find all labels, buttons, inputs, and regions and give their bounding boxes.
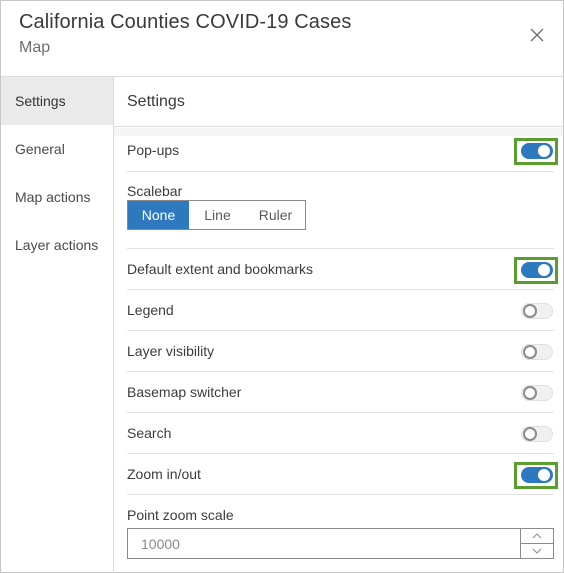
scalebar-segmented-control: None Line Ruler (127, 200, 306, 230)
legend-label: Legend (127, 302, 174, 318)
toggle-knob (538, 469, 550, 481)
close-button[interactable] (527, 25, 547, 45)
panel-subtitle: Map (19, 39, 51, 56)
increment-button[interactable] (521, 529, 553, 544)
chevron-down-icon (532, 548, 542, 554)
settings-content: Settings Pop-ups Scalebar None Line Rule… (114, 77, 563, 573)
setting-row-default-extent-and-bookmarks: Default extent and bookmarks (127, 249, 558, 290)
toggle-knob (523, 345, 537, 359)
toggle-knob (538, 145, 550, 157)
panel-header: California Counties COVID-19 Cases Map (1, 1, 563, 77)
sidebar-item-settings[interactable]: Settings (1, 77, 113, 125)
toggle-knob (523, 427, 537, 441)
content-title: Settings (114, 77, 563, 127)
default-extent-and-bookmarks-label: Default extent and bookmarks (127, 261, 313, 277)
layer-visibility-label: Layer visibility (127, 343, 215, 359)
panel-title: California Counties COVID-19 Cases (19, 11, 352, 33)
close-icon (530, 28, 544, 42)
setting-row-layer-visibility: Layer visibility (127, 331, 554, 372)
scalebar-option-none[interactable]: None (128, 201, 189, 229)
chevron-up-icon (532, 533, 542, 539)
popups-label: Pop-ups (127, 142, 180, 158)
popups-toggle[interactable] (521, 143, 553, 159)
sidebar-item-general[interactable]: General (1, 125, 113, 173)
sidebar-nav: Settings General Map actions Layer actio… (1, 77, 114, 573)
basemap-switcher-toggle[interactable] (521, 385, 553, 401)
setting-row-scalebar: Scalebar None Line Ruler (127, 172, 554, 249)
toggle-knob (523, 386, 537, 400)
layer-visibility-toggle[interactable] (521, 344, 553, 360)
scalebar-option-ruler[interactable]: Ruler (246, 201, 305, 229)
zoom-in-out-toggle[interactable] (521, 467, 553, 483)
point-zoom-scale-input[interactable] (128, 529, 521, 558)
setting-row-basemap-switcher: Basemap switcher (127, 372, 554, 413)
toggle-knob (538, 264, 550, 276)
setting-row-legend: Legend (127, 290, 554, 331)
setting-row-point-zoom-scale: Point zoom scale (127, 495, 554, 573)
sidebar-item-layer-actions[interactable]: Layer actions (1, 221, 113, 269)
point-zoom-scale-label: Point zoom scale (127, 507, 234, 523)
sidebar-item-map-actions[interactable]: Map actions (1, 173, 113, 221)
scalebar-label: Scalebar (127, 183, 183, 199)
default-extent-and-bookmarks-toggle[interactable] (521, 262, 553, 278)
setting-row-search: Search (127, 413, 554, 454)
decrement-button[interactable] (521, 544, 553, 558)
app-settings-panel: California Counties COVID-19 Cases Map S… (0, 0, 564, 573)
search-toggle[interactable] (521, 426, 553, 442)
setting-row-popups: Pop-ups (127, 128, 558, 172)
point-zoom-scale-stepper (520, 529, 553, 558)
zoom-in-out-label: Zoom in/out (127, 466, 201, 482)
basemap-switcher-label: Basemap switcher (127, 384, 242, 400)
setting-row-zoom-in-out: Zoom in/out (127, 454, 558, 495)
toggle-knob (523, 304, 537, 318)
point-zoom-scale-field (127, 528, 554, 559)
scalebar-option-line[interactable]: Line (189, 201, 246, 229)
search-label: Search (127, 425, 172, 441)
legend-toggle[interactable] (521, 303, 553, 319)
